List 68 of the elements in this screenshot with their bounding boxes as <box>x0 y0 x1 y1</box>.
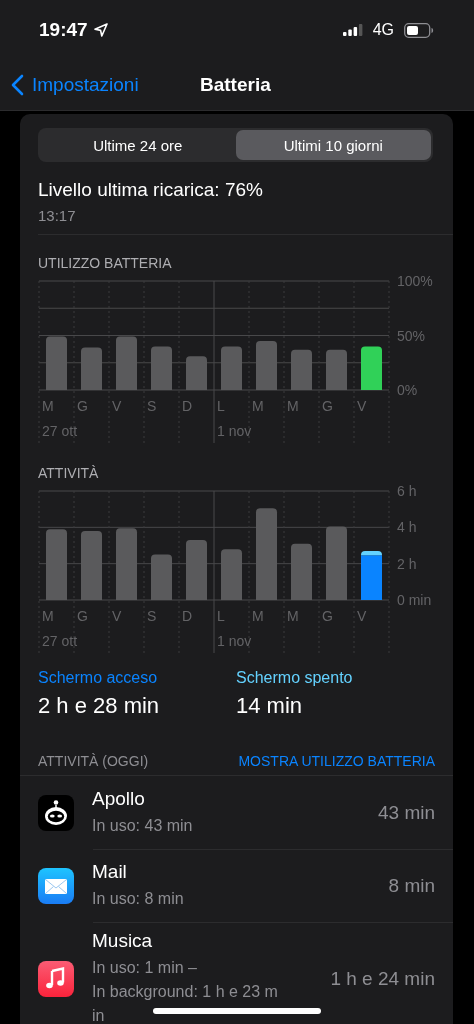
axis-label: 6 h <box>397 483 417 499</box>
app-name: Mail <box>92 860 128 883</box>
robot-app-icon <box>38 794 74 831</box>
axis-label: 0% <box>397 382 418 398</box>
stat-value: 2 h e 28 min <box>38 693 161 719</box>
app-usage-detail: In uso: 1 min – <box>92 958 197 978</box>
day-label: V <box>357 608 367 624</box>
date-label: 27 ott <box>42 423 78 439</box>
back-button[interactable]: Impostazioni <box>0 74 139 96</box>
day-label: V <box>112 398 122 414</box>
axis-label: 100% <box>397 273 433 289</box>
chart-title: UTILIZZO BATTERIA <box>38 255 173 271</box>
period-tab[interactable]: Ultime 24 ore <box>40 130 236 160</box>
status-time: 19:47 <box>39 19 88 41</box>
stat-label: Schermo acceso <box>38 669 159 687</box>
app-total-time: 8 min <box>388 874 435 897</box>
app-total-time: 43 min <box>377 801 435 824</box>
day-label: M <box>42 398 54 414</box>
battery-icon <box>404 22 434 38</box>
period-tab[interactable]: Ultimi 10 giorni <box>235 130 431 160</box>
axis-label: 2 h <box>397 555 417 572</box>
app-usage-detail: In uso: 8 min <box>92 888 184 909</box>
day-label: D <box>182 608 193 624</box>
chart-title: ATTIVITÀ <box>38 465 100 481</box>
axis-label: 0 min <box>397 592 432 608</box>
axis-label: 50% <box>397 327 426 344</box>
day-label: G <box>322 398 333 414</box>
date-label: 1 nov <box>217 633 252 649</box>
day-label: M <box>252 398 264 414</box>
axis-label: 4 h <box>397 519 417 536</box>
date-label: 1 nov <box>217 423 252 439</box>
location-arrow-icon <box>93 23 108 37</box>
day-label: M <box>252 608 264 624</box>
page-title: Batteria <box>200 74 271 96</box>
app-row[interactable]: Musica In uso: 1 min – In background: 1 h e 23 m in 1 h e 24 min <box>20 922 453 1024</box>
day-label: M <box>287 398 299 414</box>
app-row[interactable]: Apollo In uso: 43 min 43 min <box>20 776 453 849</box>
day-label: V <box>112 608 122 624</box>
network-label: 4G <box>372 21 394 39</box>
chevron-left-icon <box>11 74 24 96</box>
day-label: L <box>217 398 225 414</box>
day-label: L <box>217 608 225 624</box>
stat-label: Schermo spento <box>236 669 354 687</box>
app-name: Apollo <box>92 787 146 810</box>
day-label: M <box>42 608 54 624</box>
app-usage-detail: In uso: 43 min <box>92 815 193 836</box>
last-charge-level: Livello ultima ricarica: 76% <box>38 179 264 201</box>
app-row[interactable]: Mail In uso: 8 min 8 min <box>20 849 453 922</box>
day-label: G <box>77 398 88 414</box>
envelope-app-icon <box>38 867 74 904</box>
music-note-app-icon <box>38 961 74 997</box>
day-label: D <box>182 398 193 414</box>
stat-value: 14 min <box>236 693 304 719</box>
app-name: Musica <box>92 930 154 952</box>
date-label: 27 ott <box>42 633 78 649</box>
day-label: S <box>147 398 157 414</box>
last-charge-time: 13:17 <box>38 207 77 224</box>
day-label: V <box>357 398 367 414</box>
app-total-time: 1 h e 24 min <box>330 968 435 990</box>
show-usage-link[interactable]: MOSTRA UTILIZZO BATTERIA <box>238 753 435 769</box>
signal-icon <box>342 24 363 36</box>
app-usage-detail: In background: 1 h e 23 m <box>92 982 278 1002</box>
day-label: G <box>322 608 333 624</box>
app-usage-detail: in <box>92 1006 105 1024</box>
day-label: S <box>147 608 157 624</box>
day-label: M <box>287 608 299 624</box>
section-header: ATTIVITÀ (OGGI) <box>38 753 149 769</box>
day-label: G <box>77 608 88 624</box>
